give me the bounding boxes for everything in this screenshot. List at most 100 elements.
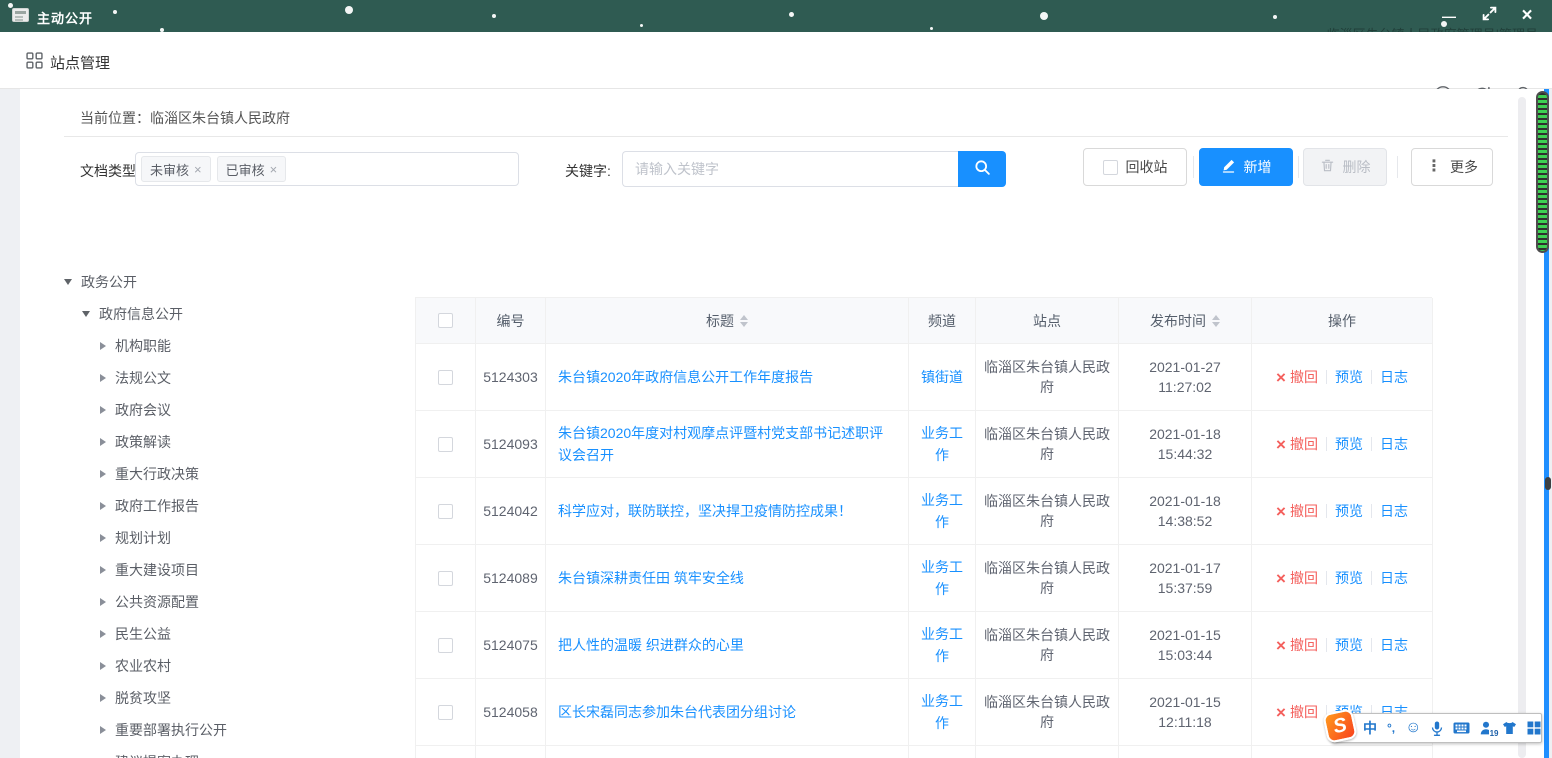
tree-item-5[interactable]: 政府工作报告: [100, 496, 199, 516]
column-header-channel: 频道: [909, 298, 976, 343]
ime-microphone-icon[interactable]: [1431, 721, 1443, 736]
doc-type-filter-box[interactable]: 未审核 × 已审核 ×: [135, 152, 519, 186]
tag-label: 未审核: [150, 160, 189, 179]
tree-item-6[interactable]: 规划计划: [100, 528, 171, 548]
log-link[interactable]: 日志: [1380, 500, 1408, 522]
row-checkbox[interactable]: [438, 504, 453, 519]
caret-right-icon[interactable]: [100, 438, 106, 446]
caret-right-icon[interactable]: [100, 470, 106, 478]
maximize-button[interactable]: [1472, 0, 1506, 32]
channel-link[interactable]: 业务工作: [915, 623, 969, 667]
channel-link[interactable]: 镇街道: [921, 366, 963, 388]
ime-punctuation-icon[interactable]: °,: [1387, 722, 1395, 734]
doc-title-link[interactable]: 朱台镇深耕责任田 筑牢安全线: [558, 567, 744, 589]
tree-item-11[interactable]: 脱贫攻坚: [100, 688, 171, 708]
delete-button[interactable]: 删除: [1303, 148, 1387, 186]
ime-skin-icon[interactable]: [1502, 721, 1517, 735]
ime-account-icon[interactable]: 19: [1480, 721, 1492, 735]
remove-tag-icon[interactable]: ×: [270, 163, 278, 176]
add-button[interactable]: 新增: [1199, 148, 1293, 186]
preview-link[interactable]: 预览: [1335, 433, 1363, 455]
channel-link[interactable]: 业务工作: [915, 422, 969, 466]
log-link[interactable]: 日志: [1380, 634, 1408, 656]
revoke-link[interactable]: ×撤回: [1276, 568, 1318, 588]
row-checkbox[interactable]: [438, 638, 453, 653]
caret-right-icon[interactable]: [100, 694, 106, 702]
tree-item-1[interactable]: 法规公文: [100, 368, 171, 388]
caret-right-icon[interactable]: [100, 534, 106, 542]
recycle-bin-checkbox[interactable]: [1103, 160, 1118, 175]
row-checkbox[interactable]: [438, 571, 453, 586]
revoke-link[interactable]: ×撤回: [1276, 434, 1318, 454]
preview-link[interactable]: 预览: [1335, 500, 1363, 522]
doc-title-link[interactable]: 朱台镇2020年政府信息公开工作年度报告: [558, 366, 813, 388]
sort-time-control[interactable]: [1212, 315, 1220, 327]
apps-grid-icon[interactable]: [26, 52, 43, 74]
ime-chinese-mode-icon[interactable]: 中: [1363, 721, 1377, 735]
log-link[interactable]: 日志: [1380, 567, 1408, 589]
remove-tag-icon[interactable]: ×: [194, 163, 202, 176]
publish-time: 2021-01-1515:03:44: [1149, 625, 1221, 665]
revoke-link[interactable]: ×撤回: [1276, 501, 1318, 521]
minimize-button[interactable]: —: [1432, 0, 1466, 32]
tree-item-9[interactable]: 民生公益: [100, 624, 171, 644]
doc-title-link[interactable]: 把人性的温暖 织进群众的心里: [558, 634, 744, 656]
caret-right-icon[interactable]: [100, 406, 106, 414]
striped-scrollbar-thumb[interactable]: [1536, 91, 1549, 253]
ime-keyboard-icon[interactable]: [1453, 722, 1470, 734]
select-all-checkbox[interactable]: [438, 313, 453, 328]
revoke-link[interactable]: ×撤回: [1276, 367, 1318, 387]
caret-right-icon[interactable]: [100, 662, 106, 670]
tree-item-0[interactable]: 机构职能: [100, 336, 171, 356]
caret-right-icon[interactable]: [100, 598, 106, 606]
more-dots-icon: ⋮: [1426, 159, 1442, 175]
caret-right-icon[interactable]: [100, 630, 106, 638]
caret-right-icon[interactable]: [100, 726, 106, 734]
tree-item-13[interactable]: 建议提案办理: [100, 752, 199, 758]
caret-right-icon[interactable]: [100, 502, 106, 510]
preview-link[interactable]: 预览: [1335, 366, 1363, 388]
tree-item-4[interactable]: 重大行政决策: [100, 464, 199, 484]
table-row: 5124089 朱台镇深耕责任田 筑牢安全线 业务工作 临淄区朱台镇人民政府 2…: [416, 545, 1433, 612]
caret-right-icon[interactable]: [100, 566, 106, 574]
doc-title-link[interactable]: 科学应对，联防联控，坚决捍卫疫情防控成果！: [558, 500, 852, 522]
tree-item-8[interactable]: 公共资源配置: [100, 592, 199, 612]
tree-item-3[interactable]: 政策解读: [100, 432, 171, 452]
doc-title-link[interactable]: 朱台镇2020年度对村观摩点评暨村党支部书记述职评议会召开: [558, 422, 896, 466]
more-button[interactable]: ⋮ 更多: [1411, 148, 1493, 186]
tree-item-10[interactable]: 农业农村: [100, 656, 171, 676]
tree-item-2[interactable]: 政府会议: [100, 400, 171, 420]
doc-title-link[interactable]: 区长宋磊同志参加朱台代表团分组讨论: [558, 701, 796, 723]
caret-down-icon[interactable]: [64, 279, 72, 285]
scrollbar-thumb[interactable]: [1545, 477, 1551, 490]
tree-item-root[interactable]: 政务公开: [64, 272, 137, 292]
caret-down-icon[interactable]: [82, 311, 90, 317]
log-link[interactable]: 日志: [1380, 366, 1408, 388]
channel-link[interactable]: 业务工作: [915, 690, 969, 734]
keyword-input[interactable]: [622, 151, 958, 187]
log-link[interactable]: 日志: [1380, 433, 1408, 455]
revoke-link[interactable]: ×撤回: [1276, 702, 1318, 722]
sort-title-control[interactable]: [740, 315, 748, 327]
ime-emoji-icon[interactable]: ☺: [1405, 720, 1421, 736]
caret-right-icon[interactable]: [100, 374, 106, 382]
channel-link[interactable]: 业务工作: [915, 556, 969, 600]
tree-item-gov-info[interactable]: 政府信息公开: [82, 304, 183, 324]
channel-link[interactable]: 业务工作: [915, 489, 969, 533]
site-name: 临淄区朱台镇人民政府: [976, 411, 1119, 477]
row-checkbox[interactable]: [438, 370, 453, 385]
close-button[interactable]: ×: [1510, 0, 1544, 32]
preview-link[interactable]: 预览: [1335, 634, 1363, 656]
tree-item-7[interactable]: 重大建设项目: [100, 560, 199, 580]
row-checkbox[interactable]: [438, 437, 453, 452]
search-button[interactable]: [958, 151, 1006, 187]
tree-item-12[interactable]: 重要部署执行公开: [100, 720, 227, 740]
row-checkbox[interactable]: [438, 705, 453, 720]
content-scrollbar-track[interactable]: [1518, 97, 1526, 758]
sogou-logo-icon[interactable]: S: [1322, 708, 1358, 744]
recycle-bin-button[interactable]: 回收站: [1083, 148, 1187, 186]
caret-right-icon[interactable]: [100, 342, 106, 350]
revoke-link[interactable]: ×撤回: [1276, 635, 1318, 655]
ime-toolbox-icon[interactable]: [1527, 721, 1541, 735]
preview-link[interactable]: 预览: [1335, 567, 1363, 589]
